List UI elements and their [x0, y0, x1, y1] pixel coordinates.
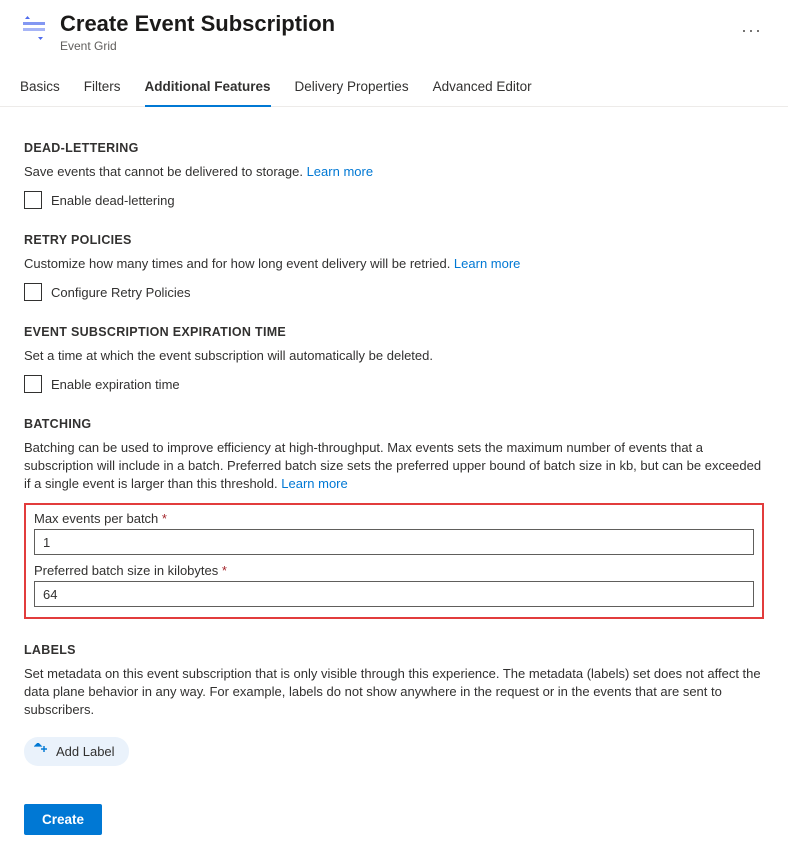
tabs: Basics Filters Additional Features Deliv…	[0, 69, 788, 107]
add-label-icon	[34, 743, 48, 760]
tab-basics[interactable]: Basics	[20, 69, 60, 106]
batching-highlight: Max events per batch * Preferred batch s…	[24, 503, 764, 619]
enable-dead-lettering-label: Enable dead-lettering	[51, 193, 175, 208]
add-label-button[interactable]: Add Label	[24, 737, 129, 766]
create-button[interactable]: Create	[24, 804, 102, 835]
tab-additional-features[interactable]: Additional Features	[145, 69, 271, 106]
enable-expiration-label: Enable expiration time	[51, 377, 180, 392]
configure-retry-checkbox[interactable]	[24, 283, 42, 301]
retry-policies-desc: Customize how many times and for how lon…	[24, 255, 764, 273]
tab-delivery-properties[interactable]: Delivery Properties	[295, 69, 409, 106]
retry-learn-more-link[interactable]: Learn more	[454, 256, 520, 271]
batching-desc: Batching can be used to improve efficien…	[24, 439, 764, 493]
expiration-title: EVENT SUBSCRIPTION EXPIRATION TIME	[24, 325, 764, 339]
add-label-text: Add Label	[56, 744, 115, 759]
batching-title: BATCHING	[24, 417, 764, 431]
dead-lettering-learn-more-link[interactable]: Learn more	[307, 164, 373, 179]
preferred-size-input[interactable]	[34, 581, 754, 607]
retry-policies-title: RETRY POLICIES	[24, 233, 764, 247]
event-grid-icon	[20, 14, 48, 42]
expiration-desc: Set a time at which the event subscripti…	[24, 347, 764, 365]
max-events-input[interactable]	[34, 529, 754, 555]
batching-learn-more-link[interactable]: Learn more	[281, 476, 347, 491]
labels-title: LABELS	[24, 643, 764, 657]
configure-retry-label: Configure Retry Policies	[51, 285, 190, 300]
preferred-size-label: Preferred batch size in kilobytes *	[34, 563, 754, 578]
enable-dead-lettering-checkbox[interactable]	[24, 191, 42, 209]
more-icon[interactable]: ···	[735, 16, 768, 45]
tab-advanced-editor[interactable]: Advanced Editor	[433, 69, 532, 106]
enable-expiration-checkbox[interactable]	[24, 375, 42, 393]
page-title: Create Event Subscription	[60, 10, 723, 38]
dead-lettering-desc: Save events that cannot be delivered to …	[24, 163, 764, 181]
tab-filters[interactable]: Filters	[84, 69, 121, 106]
max-events-label: Max events per batch *	[34, 511, 754, 526]
labels-desc: Set metadata on this event subscription …	[24, 665, 764, 719]
dead-lettering-title: DEAD-LETTERING	[24, 141, 764, 155]
page-subtitle: Event Grid	[60, 39, 723, 53]
